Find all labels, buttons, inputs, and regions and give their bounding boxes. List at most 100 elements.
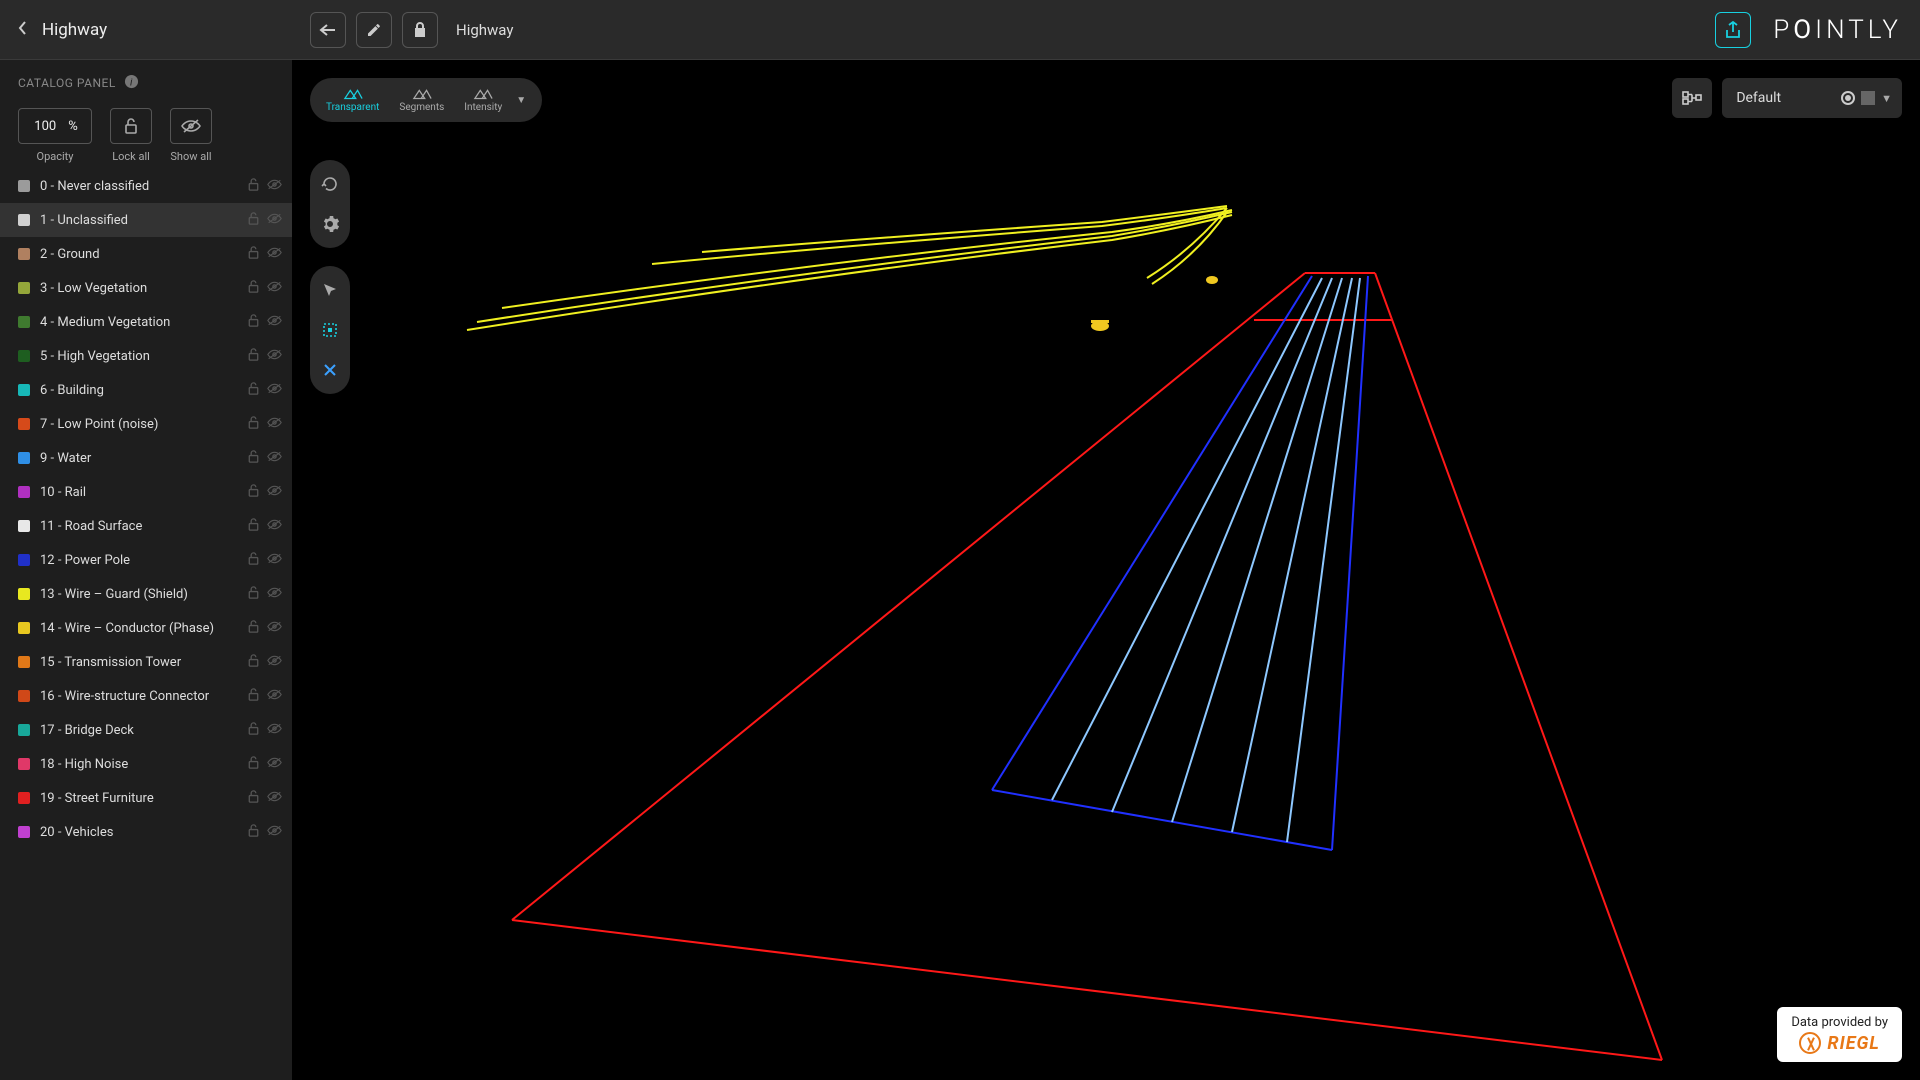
view-mode-segments[interactable]: Segments <box>399 87 444 113</box>
visibility-icon[interactable] <box>267 653 282 672</box>
class-row[interactable]: 17 - Bridge Deck <box>0 713 292 747</box>
lock-icon[interactable] <box>246 585 261 604</box>
box-select-button[interactable] <box>316 316 344 344</box>
lock-all-button[interactable] <box>110 108 152 144</box>
visibility-icon[interactable] <box>267 245 282 264</box>
color-swatch-icon <box>1861 91 1875 105</box>
share-button[interactable] <box>1715 12 1751 48</box>
class-label: 13 - Wire – Guard (Shield) <box>40 587 236 602</box>
lock-icon[interactable] <box>246 619 261 638</box>
class-row[interactable]: 5 - High Vegetation <box>0 339 292 373</box>
class-row[interactable]: 13 - Wire – Guard (Shield) <box>0 577 292 611</box>
lock-icon[interactable] <box>246 211 261 230</box>
lock-button[interactable] <box>402 12 438 48</box>
view-mode-transparent[interactable]: Transparent <box>326 87 379 113</box>
catalog-sidebar: CATALOG PANEL i 100 % Opacity Lock all <box>0 60 292 1080</box>
lock-icon[interactable] <box>246 347 261 366</box>
visibility-icon[interactable] <box>267 449 282 468</box>
class-row[interactable]: 10 - Rail <box>0 475 292 509</box>
info-icon[interactable]: i <box>124 74 139 92</box>
layout-toggle-button[interactable] <box>1672 78 1712 118</box>
class-list: 0 - Never classified 1 - Unclassified 2 … <box>0 169 292 1080</box>
view-preset-dropdown[interactable]: Default ▼ <box>1722 78 1902 118</box>
visibility-icon[interactable] <box>267 721 282 740</box>
visibility-icon[interactable] <box>267 347 282 366</box>
visibility-icon[interactable] <box>267 789 282 808</box>
lock-icon[interactable] <box>246 755 261 774</box>
class-label: 12 - Power Pole <box>40 553 236 568</box>
clear-selection-button[interactable] <box>316 356 344 384</box>
lock-icon[interactable] <box>246 381 261 400</box>
lock-icon[interactable] <box>246 313 261 332</box>
class-row[interactable]: 20 - Vehicles <box>0 815 292 849</box>
back-chevron-icon[interactable] <box>18 20 28 40</box>
riegl-logo-text: RIEGL <box>1827 1033 1879 1054</box>
view-mode-intensity[interactable]: Intensity <box>464 87 502 113</box>
visibility-icon[interactable] <box>267 517 282 536</box>
lock-icon[interactable] <box>246 653 261 672</box>
radio-icon <box>1841 91 1855 105</box>
class-label: 15 - Transmission Tower <box>40 655 236 670</box>
class-label: 3 - Low Vegetation <box>40 281 236 296</box>
visibility-icon[interactable] <box>267 483 282 502</box>
class-row[interactable]: 2 - Ground <box>0 237 292 271</box>
visibility-icon[interactable] <box>267 313 282 332</box>
visibility-icon[interactable] <box>267 755 282 774</box>
class-label: 4 - Medium Vegetation <box>40 315 236 330</box>
class-row[interactable]: 9 - Water <box>0 441 292 475</box>
class-row[interactable]: 18 - High Noise <box>0 747 292 781</box>
visibility-icon[interactable] <box>267 619 282 638</box>
lock-icon[interactable] <box>246 517 261 536</box>
lock-icon[interactable] <box>246 279 261 298</box>
breadcrumb: Highway <box>456 21 513 39</box>
class-row[interactable]: 4 - Medium Vegetation <box>0 305 292 339</box>
chevron-down-icon[interactable]: ▼ <box>516 95 526 106</box>
lock-icon[interactable] <box>246 415 261 434</box>
lock-icon[interactable] <box>246 687 261 706</box>
class-label: 14 - Wire – Conductor (Phase) <box>40 621 236 636</box>
lock-icon[interactable] <box>246 245 261 264</box>
visibility-icon[interactable] <box>267 415 282 434</box>
class-row[interactable]: 6 - Building <box>0 373 292 407</box>
show-all-button[interactable] <box>170 108 212 144</box>
lock-icon[interactable] <box>246 823 261 842</box>
lock-icon[interactable] <box>246 483 261 502</box>
lock-icon[interactable] <box>246 449 261 468</box>
lock-icon[interactable] <box>246 551 261 570</box>
visibility-icon[interactable] <box>267 585 282 604</box>
class-row[interactable]: 3 - Low Vegetation <box>0 271 292 305</box>
riegl-logo-icon <box>1799 1032 1821 1054</box>
show-all-label: Show all <box>170 150 211 163</box>
class-color-swatch <box>18 690 30 702</box>
lock-icon[interactable] <box>246 721 261 740</box>
class-row[interactable]: 1 - Unclassified <box>0 203 292 237</box>
visibility-icon[interactable] <box>267 177 282 196</box>
back-button[interactable] <box>310 12 346 48</box>
visibility-icon[interactable] <box>267 687 282 706</box>
visibility-icon[interactable] <box>267 823 282 842</box>
class-color-swatch <box>18 384 30 396</box>
lock-icon[interactable] <box>246 177 261 196</box>
class-row[interactable]: 12 - Power Pole <box>0 543 292 577</box>
class-row[interactable]: 0 - Never classified <box>0 169 292 203</box>
settings-button[interactable] <box>316 210 344 238</box>
visibility-icon[interactable] <box>267 279 282 298</box>
class-row[interactable]: 19 - Street Furniture <box>0 781 292 815</box>
class-row[interactable]: 14 - Wire – Conductor (Phase) <box>0 611 292 645</box>
class-row[interactable]: 7 - Low Point (noise) <box>0 407 292 441</box>
visibility-icon[interactable] <box>267 551 282 570</box>
class-label: 1 - Unclassified <box>40 213 236 228</box>
class-row[interactable]: 11 - Road Surface <box>0 509 292 543</box>
class-color-swatch <box>18 588 30 600</box>
edit-button[interactable] <box>356 12 392 48</box>
visibility-icon[interactable] <box>267 211 282 230</box>
viewport-3d[interactable]: Transparent Segments Intensity ▼ <box>292 60 1920 1080</box>
opacity-input[interactable]: 100 % <box>18 108 92 144</box>
lock-icon[interactable] <box>246 789 261 808</box>
class-row[interactable]: 16 - Wire-structure Connector <box>0 679 292 713</box>
class-row[interactable]: 15 - Transmission Tower <box>0 645 292 679</box>
class-label: 19 - Street Furniture <box>40 791 236 806</box>
pointer-tool-button[interactable] <box>316 276 344 304</box>
visibility-icon[interactable] <box>267 381 282 400</box>
reset-view-button[interactable] <box>316 170 344 198</box>
